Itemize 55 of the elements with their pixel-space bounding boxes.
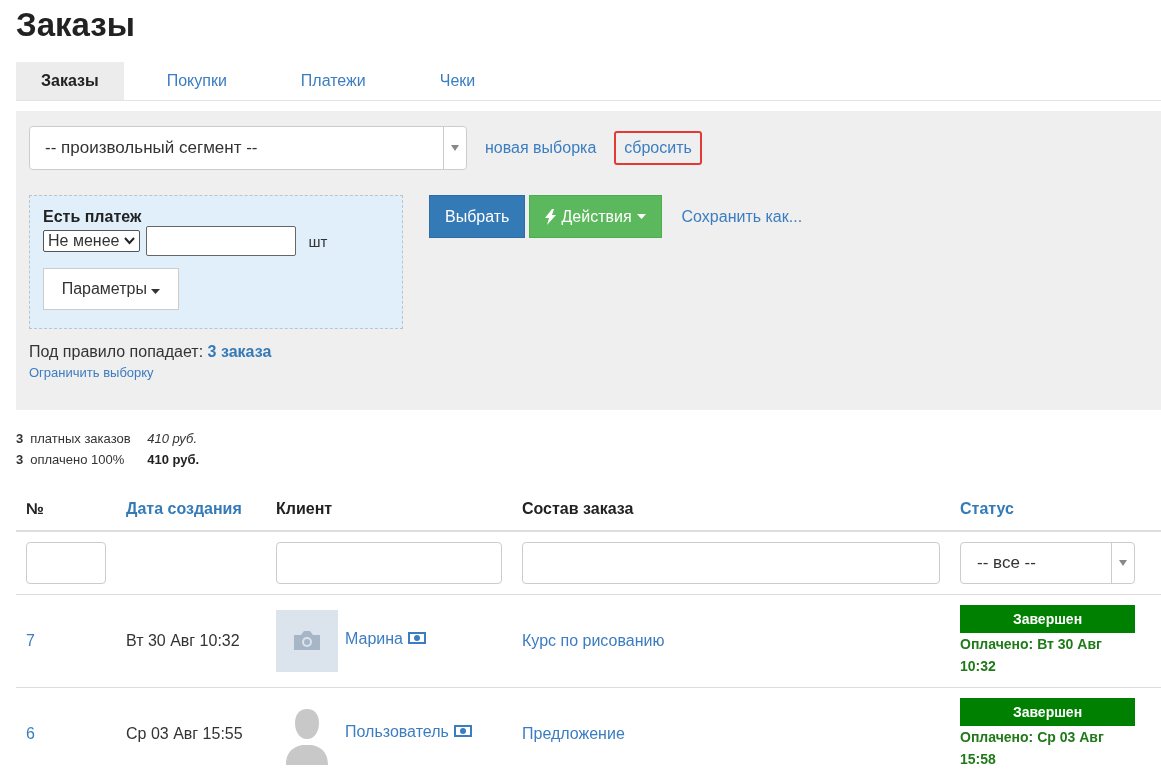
segment-select[interactable]: -- произвольный сегмент -- [29, 126, 467, 170]
operator-select[interactable]: Не менее [43, 230, 141, 252]
caret-icon [636, 214, 646, 219]
filter-link[interactable]: сбросить [614, 131, 702, 165]
tab[interactable]: Платежи [275, 62, 391, 100]
filter-link[interactable]: новая выборка [477, 133, 605, 163]
column-header: Состав заказа [512, 488, 950, 531]
match-label: Под правило попадает: [29, 343, 204, 360]
select-button[interactable]: Выбрать [429, 195, 526, 238]
order-number-link[interactable]: 6 [26, 725, 35, 742]
order-filter-field[interactable] [522, 542, 940, 584]
params-button[interactable]: Параметры [43, 268, 179, 310]
banknote-icon [408, 632, 426, 644]
unit-label: шт [308, 232, 328, 250]
tab[interactable]: Чеки [414, 62, 501, 100]
client-filter-field[interactable] [276, 542, 502, 584]
order-items-link[interactable]: Предложение [522, 725, 625, 742]
condition-title: Есть платеж [43, 208, 143, 226]
status-badge: Завершен [960, 605, 1135, 633]
column-header: № [16, 488, 116, 531]
tab[interactable]: Заказы [16, 62, 124, 100]
paid-date: Оплачено: Вт 30 Авг 10:32 [960, 635, 1103, 676]
summary-label: платных заказов [30, 430, 132, 448]
match-count-link[interactable]: 3 заказа [207, 343, 272, 360]
summary-count: 3 [16, 451, 24, 469]
status-badge: Завершен [960, 698, 1135, 726]
paid-date: Оплачено: Ср 03 Авг 15:58 [960, 728, 1105, 769]
client-link[interactable]: Марина [345, 630, 403, 648]
column-header[interactable]: Статус [950, 488, 1161, 531]
column-header: Клиент [266, 488, 512, 531]
date-cell: Вт 30 Авг 10:32 [116, 594, 266, 688]
caret-icon [1119, 560, 1127, 566]
caret-icon [451, 145, 459, 151]
summary-label: оплачено 100% [30, 451, 126, 469]
lightning-icon [545, 208, 557, 225]
order-number-link[interactable]: 7 [26, 632, 35, 649]
save-as-link[interactable]: Сохранить как... [681, 195, 803, 238]
chevron-icon [124, 237, 136, 245]
actions-button[interactable]: Действия [529, 195, 662, 238]
count-input[interactable] [146, 226, 297, 256]
page-title: Заказы [16, 5, 136, 45]
status-select[interactable]: -- все -- [960, 542, 1135, 584]
limit-link[interactable]: Ограничить выборку [29, 365, 1148, 380]
client-link[interactable]: Пользователь [345, 723, 449, 741]
date-cell: Ср 03 Авг 15:55 [116, 687, 266, 775]
column-header[interactable]: Дата создания [116, 488, 266, 531]
summary-count: 3 [16, 430, 24, 448]
camera-placeholder-icon [276, 610, 338, 672]
order-items-link[interactable]: Курс по рисованию [522, 632, 665, 649]
summary-amount: 410 руб. [147, 430, 198, 448]
tab[interactable]: Покупки [141, 62, 252, 100]
number-filter-field[interactable] [26, 542, 106, 584]
caret-icon [151, 289, 161, 294]
banknote-icon [453, 725, 472, 737]
summary-amount: 410 руб. [147, 451, 200, 469]
